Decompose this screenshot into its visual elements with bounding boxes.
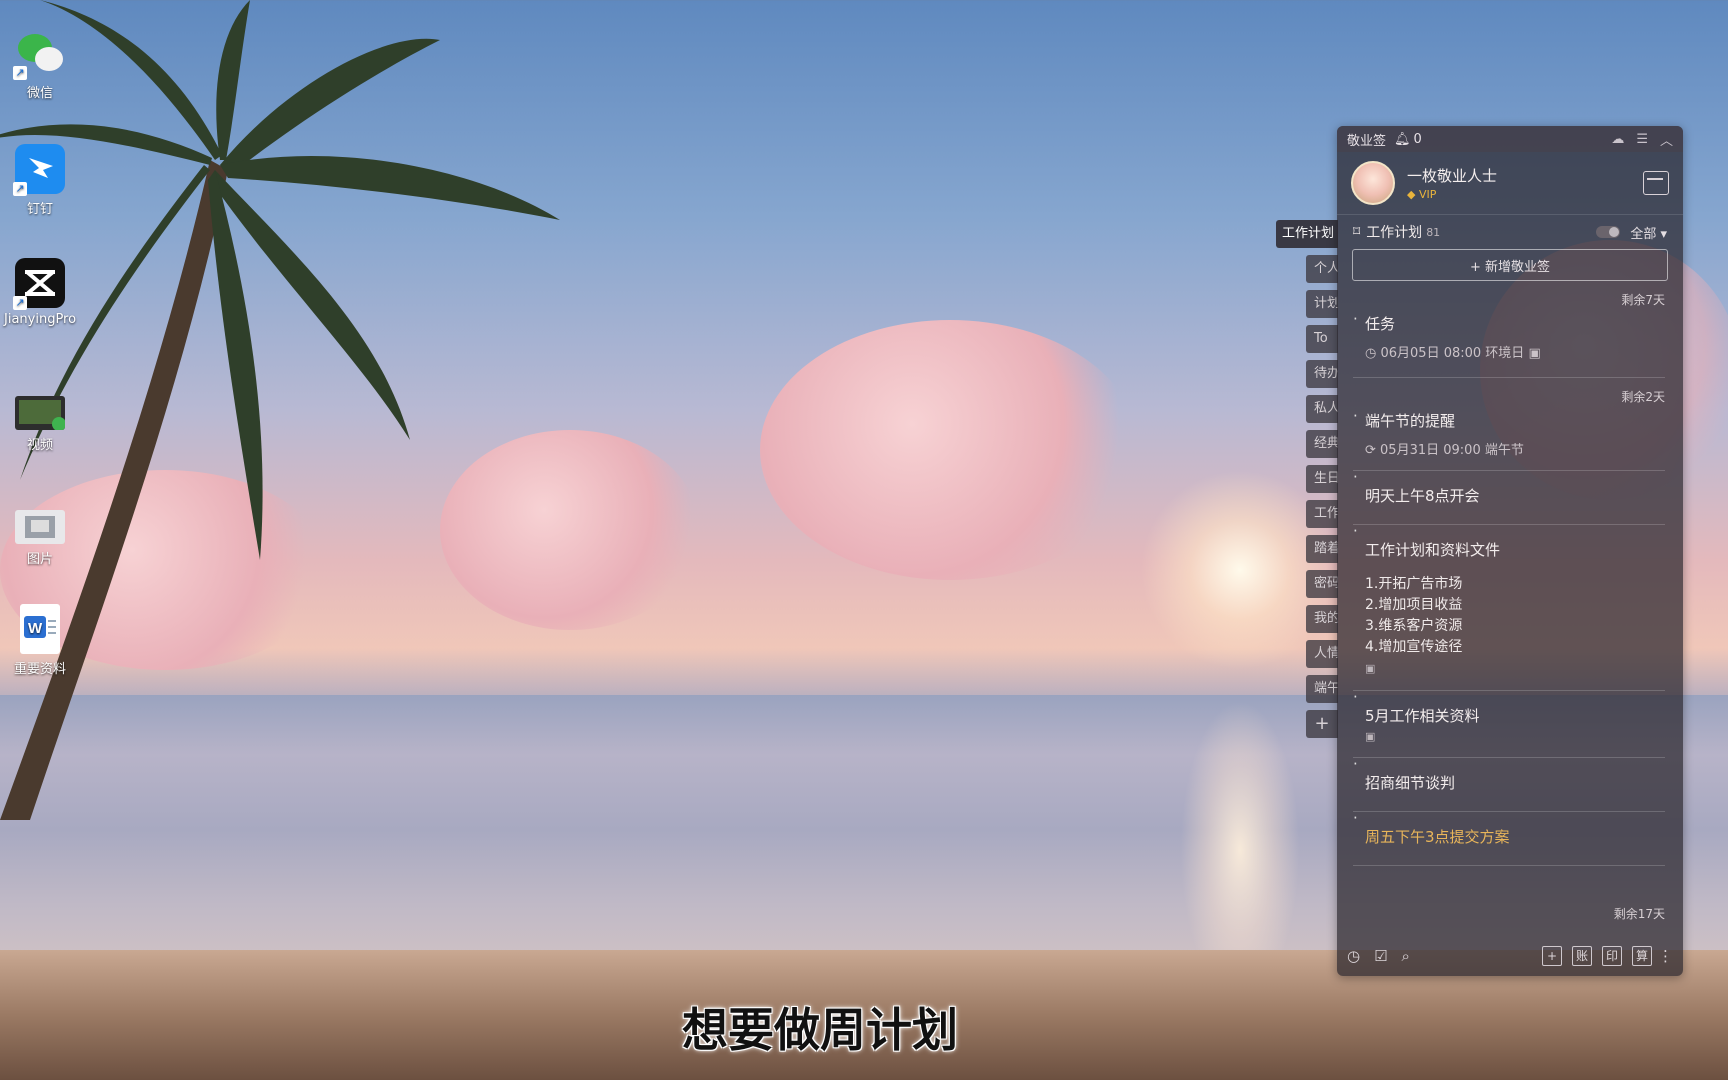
ledger-button[interactable]: 账 <box>1572 946 1592 966</box>
desktop-icon-dingtalk[interactable]: ↗ 钉钉 <box>4 144 76 217</box>
tab-duanwu[interactable]: 端午 <box>1306 675 1338 703</box>
tab-classic[interactable]: 经典 <box>1306 430 1338 458</box>
list-item[interactable]: 工作计划和资料文件 1.开拓广告市场 2.增加项目收益 3.维系客户资源 4.增… <box>1353 522 1665 691</box>
desktop-icon-important-docs[interactable]: W 重要资料 <box>4 604 76 677</box>
remaining-days: 剩余7天 <box>1621 293 1665 307</box>
attachment-icon: ▣ <box>1365 662 1376 675</box>
svg-text:W: W <box>28 620 43 637</box>
list-title: 工作计划 <box>1366 225 1423 241</box>
tab-todo[interactable]: To <box>1306 325 1338 353</box>
search-icon[interactable]: ⌕ <box>1402 947 1410 965</box>
cloud <box>760 320 1140 580</box>
bell-count: 0 <box>1413 131 1422 147</box>
add-button[interactable]: + <box>1542 946 1562 966</box>
calculator-button[interactable]: 算 <box>1632 946 1652 966</box>
item-meta: 05月31日 09:00 端午节 <box>1380 443 1524 458</box>
tab-work[interactable]: 工作 <box>1306 500 1338 528</box>
attachment-icon: ▣ <box>1365 730 1376 743</box>
more-icon[interactable]: ⋮ <box>1658 947 1673 965</box>
note-list: 剩余7天 任务 ◷ 06月05日 08:00 环境日 ▣ 剩余2天 端午节的提醒… <box>1337 281 1683 866</box>
list-item[interactable]: 5月工作相关资料 ▣ <box>1353 688 1665 758</box>
tab-birthday[interactable]: 生日 <box>1306 465 1338 493</box>
desktop-icon-label: 钉钉 <box>26 202 53 217</box>
menu-icon[interactable]: ☰ <box>1636 132 1648 147</box>
remaining-days: 剩余17天 <box>1613 907 1665 921</box>
body-line: 3.维系客户资源 <box>1365 618 1463 634</box>
item-title: 端午节的提醒 <box>1353 407 1665 431</box>
print-button[interactable]: 印 <box>1602 946 1622 966</box>
desktop-icon-images[interactable]: 图片 <box>4 502 76 567</box>
tab-work-plan[interactable]: 工作计划 <box>1276 220 1338 248</box>
body-line: 4.增加宣传途径 <box>1365 639 1463 655</box>
bookmark-icon: ⌑ <box>1353 224 1361 240</box>
desktop-icon-label: 微信 <box>26 86 53 101</box>
desktop-icon-label: 视频 <box>26 438 53 453</box>
avatar[interactable] <box>1351 161 1395 205</box>
dingtalk-icon: ↗ <box>13 144 65 196</box>
remaining-days: 剩余2天 <box>1621 390 1665 404</box>
desktop-icon-wechat[interactable]: ↗ 微信 <box>4 28 76 101</box>
user-profile: 一枚敬业人士 ◆ VIP <box>1337 152 1683 215</box>
cloud-sync-icon[interactable]: ☁ <box>1611 132 1624 147</box>
vip-badge: VIP <box>1418 188 1437 201</box>
desktop-icon-label: 重要资料 <box>13 662 66 677</box>
app-name: 敬业签 <box>1347 133 1387 149</box>
vip-diamond-icon: ◆ <box>1407 188 1419 201</box>
tab-personal[interactable]: 个人 <box>1306 255 1338 283</box>
filter-label: 全部 <box>1630 226 1657 242</box>
attachment-icon: ▣ <box>1528 346 1541 361</box>
item-title: 明天上午8点开会 <box>1353 468 1665 506</box>
body-line: 1.开拓广告市场 <box>1365 576 1463 592</box>
palm-tree <box>0 0 560 820</box>
desktop-icon-label: JianyingPro <box>4 312 77 327</box>
repeat-icon: ⟳ <box>1365 443 1381 458</box>
capcut-icon: ↗ <box>13 258 65 310</box>
list-item[interactable]: 剩余7天 任务 ◷ 06月05日 08:00 环境日 ▣ <box>1353 281 1665 378</box>
list-count: 81 <box>1426 225 1441 239</box>
clock-icon[interactable]: ◷ <box>1347 947 1360 965</box>
item-title: 5月工作相关资料 <box>1353 688 1665 726</box>
checklist-icon[interactable]: ☑ <box>1374 947 1387 965</box>
image-folder-icon <box>15 510 65 544</box>
desktop-icon-label: 图片 <box>26 552 53 567</box>
list-item[interactable]: 明天上午8点开会 <box>1353 468 1665 525</box>
desktop-icon-video[interactable]: 视频 <box>4 388 76 453</box>
bell-icon[interactable]: 🔔︎ <box>1394 132 1411 147</box>
word-document-icon: W <box>20 604 60 654</box>
item-body: 1.开拓广告市场 2.增加项目收益 3.维系客户资源 4.增加宣传途径 <box>1353 574 1665 658</box>
list-item[interactable]: 剩余2天 端午节的提醒 ⟳ 05月31日 09:00 端午节 <box>1353 378 1665 471</box>
item-title: 招商细节谈判 <box>1353 755 1665 793</box>
tab-mine[interactable]: 我的 <box>1306 605 1338 633</box>
tab-renqing[interactable]: 人情 <box>1306 640 1338 668</box>
widget-titlebar[interactable]: 敬业签 🔔︎ 0 ☁ ☰ ︿ <box>1337 126 1683 152</box>
widget-footer: ◷ ☑ ⌕ + 账 印 算 ⋮ <box>1337 936 1683 976</box>
filter-dropdown[interactable]: 全部 ▾ <box>1630 223 1667 242</box>
add-tab-button[interactable]: + <box>1306 710 1338 738</box>
wechat-icon: ↗ <box>13 28 65 80</box>
add-note-button[interactable]: + 新增敬业签 <box>1352 249 1668 281</box>
display-toggle[interactable] <box>1596 226 1621 238</box>
tab-tazhe[interactable]: 踏着 <box>1306 535 1338 563</box>
list-tabs: 工作计划 个人 计划 To 待办 私人 经典 生日 工作 踏着 密码 我的 人情… <box>1276 220 1338 745</box>
item-title: 任务 <box>1353 310 1665 334</box>
user-name: 一枚敬业人士 <box>1407 167 1498 185</box>
list-header: ⌑ 工作计划 81 全部 ▾ <box>1337 215 1683 249</box>
desktop-icon-jianyingpro[interactable]: ↗ JianyingPro <box>4 258 76 327</box>
jingyeqian-widget: 敬业签 🔔︎ 0 ☁ ☰ ︿ 一枚敬业人士 ◆ VIP ⌑ 工作计划 81 全部… <box>1337 126 1683 976</box>
item-meta: 06月05日 08:00 环境日 <box>1380 346 1525 361</box>
list-item[interactable]: 周五下午3点提交方案 <box>1353 809 1665 866</box>
tab-plan[interactable]: 计划 <box>1306 290 1338 318</box>
body-line: 2.增加项目收益 <box>1365 597 1463 613</box>
item-title: 周五下午3点提交方案 <box>1353 809 1665 847</box>
collapse-icon[interactable]: ︿ <box>1660 130 1673 149</box>
video-folder-icon <box>15 396 66 431</box>
tab-password[interactable]: 密码 <box>1306 570 1338 598</box>
tab-pending[interactable]: 待办 <box>1306 360 1338 388</box>
clock-icon: ◷ <box>1365 346 1381 361</box>
tab-private[interactable]: 私人 <box>1306 395 1338 423</box>
list-item[interactable]: 招商细节谈判 <box>1353 755 1665 812</box>
video-subtitle: 想要做周计划 <box>682 1003 958 1057</box>
item-title: 工作计划和资料文件 <box>1353 522 1665 560</box>
calendar-icon[interactable] <box>1643 171 1669 195</box>
